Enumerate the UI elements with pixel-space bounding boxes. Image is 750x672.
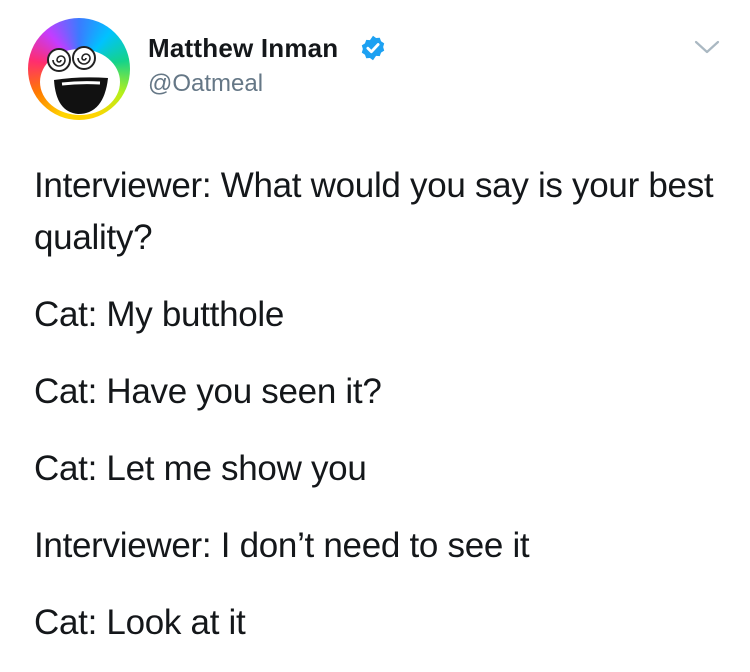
author-handle[interactable]: @Oatmeal	[148, 70, 263, 98]
avatar[interactable]	[28, 18, 130, 120]
tweet-text: Interviewer: What would you say is your …	[34, 160, 724, 649]
tweet-line: Interviewer: I don’t need to see it	[34, 526, 530, 565]
oatmeal-face-icon	[40, 46, 120, 115]
verified-badge-icon	[361, 35, 385, 61]
tweet-card: Matthew Inman @Oatmeal Interviewer: What…	[0, 0, 750, 672]
chevron-down-icon[interactable]	[694, 38, 720, 56]
author-display-name[interactable]: Matthew Inman	[148, 33, 338, 64]
tweet-line: Interviewer: What would you say is your …	[34, 166, 714, 257]
tweet-line: Cat: Have you seen it?	[34, 372, 382, 411]
tweet-line: Cat: My butthole	[34, 295, 285, 334]
tweet-line: Cat: Let me show you	[34, 449, 367, 488]
tweet-line: Cat: Look at it	[34, 603, 246, 642]
